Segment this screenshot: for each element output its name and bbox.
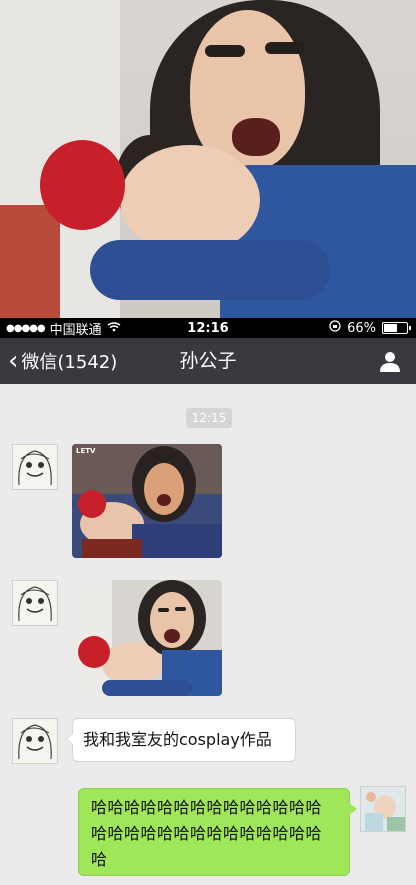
battery-level	[384, 324, 398, 332]
message-text: 我和我室友的cosplay作品	[83, 730, 272, 749]
sent-text-bubble[interactable]: 哈哈哈哈哈哈哈哈哈哈哈哈哈哈哈哈哈哈哈哈哈哈哈哈哈哈哈哈哈	[78, 788, 357, 876]
chat-title: 孙公子	[179, 350, 237, 372]
avatar[interactable]	[12, 580, 58, 626]
chat-area[interactable]: 12:15 LETV 我和我室友的cosplay作品 哈哈哈哈哈哈哈哈哈哈哈哈哈…	[0, 384, 416, 885]
image-watermark: LETV	[76, 447, 96, 455]
battery-percent: 66%	[347, 320, 376, 336]
status-right: 66%	[329, 320, 411, 336]
avatar[interactable]	[12, 718, 58, 764]
image-message[interactable]: LETV	[72, 444, 222, 558]
photo-red-shelf	[0, 205, 60, 318]
cartoon-face-icon	[18, 450, 52, 486]
battery-icon	[382, 322, 411, 334]
nav-bar: ‹ 微信(1542) 孙公子	[0, 338, 416, 384]
photo-eyebrow-left	[205, 45, 245, 57]
cartoon-face-icon	[18, 586, 52, 622]
avatar[interactable]	[12, 444, 58, 490]
cartoon-face-icon	[18, 724, 52, 760]
message-timestamp: 12:15	[186, 408, 232, 428]
image-message[interactable]	[72, 580, 222, 696]
photo-mouth	[232, 118, 280, 156]
received-text-bubble[interactable]: 我和我室友的cosplay作品	[66, 718, 296, 762]
photo-flower	[40, 140, 125, 230]
message-text: 哈哈哈哈哈哈哈哈哈哈哈哈哈哈哈哈哈哈哈哈哈哈哈哈哈哈哈哈哈	[91, 798, 323, 869]
photo-face-second	[120, 145, 260, 255]
top-photo	[0, 0, 416, 318]
photo-eyebrow-right	[265, 42, 305, 54]
rotation-lock-icon	[329, 320, 341, 336]
my-avatar[interactable]	[360, 786, 406, 832]
photo-arm	[90, 240, 330, 300]
baby-photo-icon	[361, 787, 405, 831]
profile-icon[interactable]	[378, 349, 402, 373]
status-bar: ●●●●● 中国联通 12:16 66%	[0, 318, 416, 338]
